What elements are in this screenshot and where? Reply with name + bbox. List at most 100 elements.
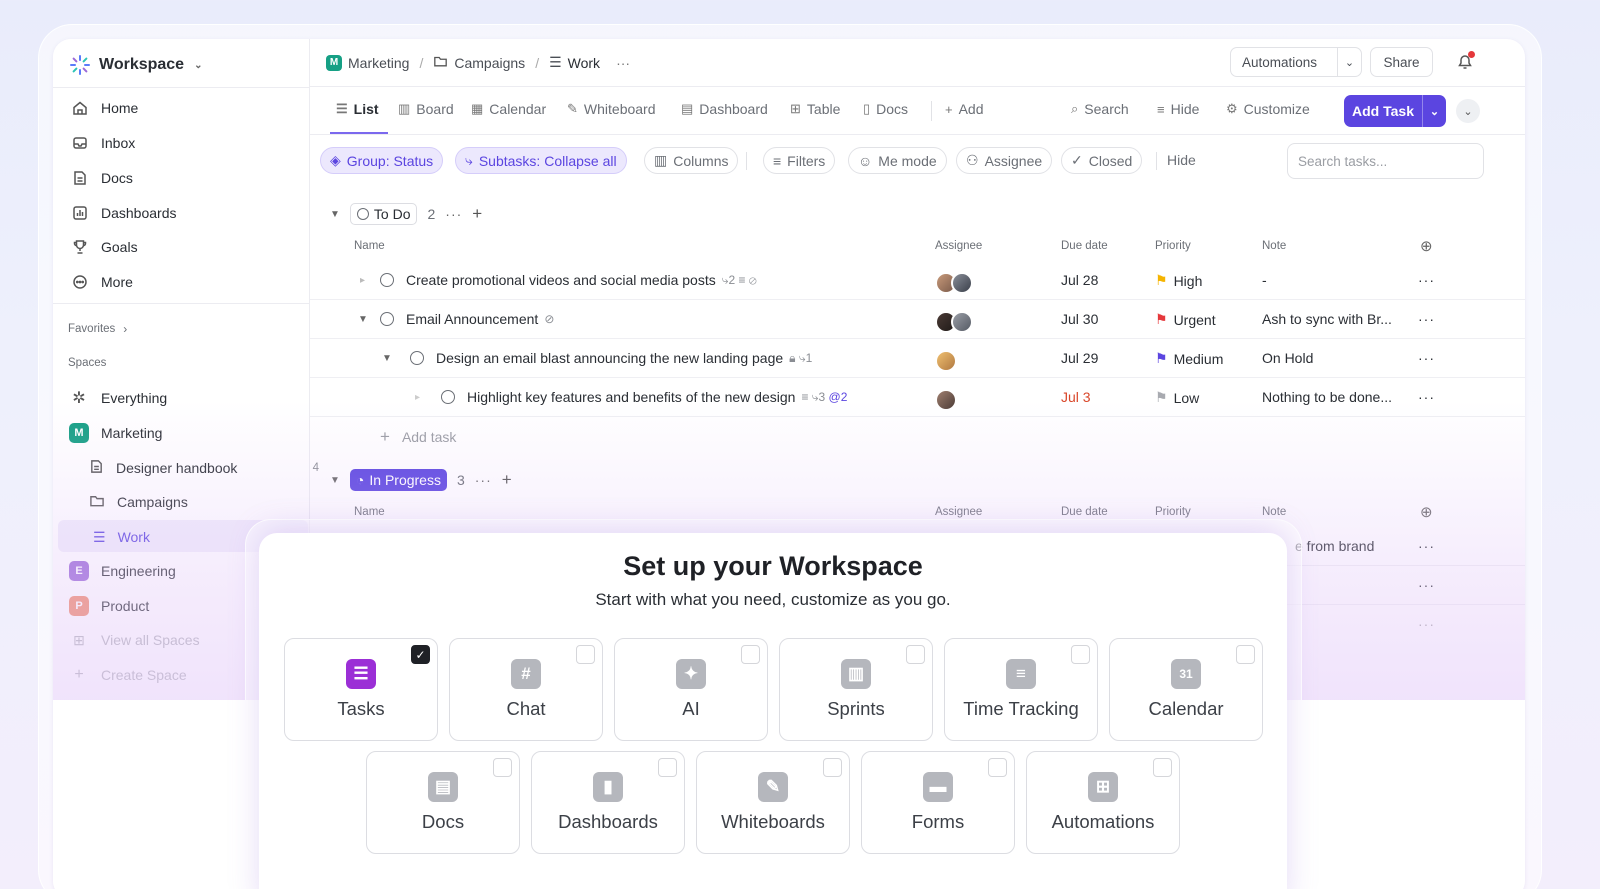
- add-column-icon[interactable]: ⊕: [1420, 503, 1433, 521]
- space-marketing[interactable]: M Marketing: [69, 422, 162, 444]
- feature-card-calendar[interactable]: 31 Calendar: [1109, 638, 1263, 741]
- column-header-priority[interactable]: Priority: [1155, 240, 1191, 252]
- table-row[interactable]: ▸ Create promotional videos and social m…: [310, 261, 1525, 300]
- expand-caret-icon[interactable]: ▸: [415, 392, 420, 403]
- checkbox-checked[interactable]: ✓: [411, 645, 430, 664]
- status-badge[interactable]: To Do: [349, 203, 418, 225]
- columns-button[interactable]: ▥ Columns: [644, 147, 739, 174]
- table-row[interactable]: ▸ Highlight key features and benefits of…: [310, 378, 1525, 417]
- expand-caret-icon[interactable]: ▸: [360, 275, 365, 286]
- collapse-caret-icon[interactable]: ▼: [382, 353, 392, 364]
- group-more-button[interactable]: ···: [445, 206, 462, 222]
- priority-cell[interactable]: ⚑ High: [1155, 272, 1202, 289]
- breadcrumb-more-button[interactable]: ···: [616, 55, 630, 71]
- column-header-note[interactable]: Note: [1262, 506, 1286, 518]
- feature-card-ai[interactable]: ✦ AI: [614, 638, 768, 741]
- feature-card-forms[interactable]: ▬ Forms: [861, 751, 1015, 854]
- sidebar-item-view-all-spaces[interactable]: ⊞ View all Spaces: [69, 629, 199, 651]
- checkbox[interactable]: [741, 645, 760, 664]
- note-cell[interactable]: On Hold: [1262, 350, 1313, 366]
- checkbox[interactable]: [988, 758, 1007, 777]
- sidebar-item-inbox[interactable]: Inbox: [71, 132, 135, 154]
- task-name[interactable]: Create promotional videos and social med…: [406, 272, 716, 288]
- task-name[interactable]: Highlight key features and benefits of t…: [467, 389, 795, 405]
- due-date[interactable]: Jul 30: [1061, 311, 1098, 327]
- tab-dashboard[interactable]: ▤ Dashboard: [681, 101, 768, 117]
- priority-cell[interactable]: ⚑ Medium: [1155, 350, 1223, 367]
- collapse-caret-icon[interactable]: ▼: [330, 209, 340, 220]
- group-more-button[interactable]: ···: [475, 472, 492, 488]
- subtasks-collapse-button[interactable]: ⤷ Subtasks: Collapse all: [455, 147, 627, 174]
- column-header-note[interactable]: Note: [1262, 240, 1286, 252]
- checkbox[interactable]: [576, 645, 595, 664]
- collapse-toggle-button[interactable]: ⌄: [1456, 99, 1480, 123]
- space-product[interactable]: P Product: [69, 595, 149, 617]
- row-more-button[interactable]: ···: [1418, 350, 1435, 366]
- note-cell[interactable]: -: [1262, 272, 1267, 288]
- status-circle-icon[interactable]: [441, 390, 455, 404]
- hide-filter-button[interactable]: Hide: [1167, 152, 1196, 168]
- assignee-button[interactable]: ⚇ Assignee: [956, 147, 1053, 174]
- column-header-priority[interactable]: Priority: [1155, 506, 1191, 518]
- column-header-name[interactable]: Name: [354, 506, 385, 518]
- add-view-button[interactable]: + Add: [945, 101, 984, 117]
- sidebar-item-home[interactable]: Home: [71, 97, 138, 119]
- collapse-caret-icon[interactable]: ▼: [358, 314, 368, 325]
- space-engineering[interactable]: E Engineering: [69, 560, 176, 582]
- column-header-due-date[interactable]: Due date: [1061, 506, 1108, 518]
- tab-board[interactable]: ▥ Board: [398, 101, 454, 117]
- tab-table[interactable]: ⊞ Table: [790, 101, 840, 117]
- status-badge[interactable]: ◔ In Progress: [349, 469, 447, 491]
- status-circle-icon[interactable]: [410, 351, 424, 365]
- breadcrumb-list[interactable]: Work: [568, 55, 600, 71]
- checkbox[interactable]: [658, 758, 677, 777]
- feature-card-docs[interactable]: ▤ Docs: [366, 751, 520, 854]
- due-date[interactable]: Jul 3: [1061, 389, 1091, 405]
- priority-cell[interactable]: ⚑ Low: [1155, 389, 1199, 406]
- share-button[interactable]: Share: [1370, 47, 1433, 77]
- notification-bell-icon[interactable]: [1456, 51, 1475, 71]
- chevron-down-icon[interactable]: ⌄: [1337, 48, 1361, 76]
- checkbox[interactable]: [823, 758, 842, 777]
- checkbox[interactable]: [1153, 758, 1172, 777]
- search-button[interactable]: ⌕ Search: [1071, 101, 1129, 117]
- add-task-button[interactable]: Add Task ⌄: [1344, 95, 1446, 127]
- column-header-due-date[interactable]: Due date: [1061, 240, 1108, 252]
- checkbox[interactable]: [493, 758, 512, 777]
- task-name[interactable]: Email Announcement: [406, 311, 538, 327]
- breadcrumb-folder[interactable]: Campaigns: [454, 55, 525, 71]
- filters-button[interactable]: ≡ Filters: [763, 147, 836, 174]
- sidebar-item-docs[interactable]: Docs: [71, 167, 133, 189]
- tab-calendar[interactable]: ▦ Calendar: [471, 101, 546, 117]
- breadcrumb-space[interactable]: Marketing: [348, 55, 409, 71]
- column-header-name[interactable]: Name: [354, 240, 385, 252]
- sidebar-item-campaigns[interactable]: Campaigns: [89, 491, 188, 513]
- hide-button[interactable]: ≡ Hide: [1157, 101, 1199, 117]
- task-name[interactable]: Design an email blast announcing the new…: [436, 350, 783, 366]
- group-by-status-button[interactable]: ◈ Group: Status: [320, 147, 444, 174]
- checkbox[interactable]: [1071, 645, 1090, 664]
- row-more-button[interactable]: ···: [1418, 577, 1435, 593]
- sidebar-item-create-space[interactable]: + Create Space: [69, 664, 186, 686]
- feature-card-time-tracking[interactable]: ≡ Time Tracking: [944, 638, 1098, 741]
- chevron-down-icon[interactable]: ⌄: [1422, 95, 1446, 127]
- feature-card-dashboards[interactable]: ▮ Dashboards: [531, 751, 685, 854]
- sidebar-item-more[interactable]: More: [71, 271, 133, 293]
- sidebar-item-everything[interactable]: ✲ Everything: [69, 387, 167, 409]
- feature-card-whiteboards[interactable]: ✎ Whiteboards: [696, 751, 850, 854]
- priority-cell[interactable]: ⚑ Urgent: [1155, 311, 1216, 328]
- table-row[interactable]: ▼ Design an email blast announcing the n…: [310, 339, 1525, 378]
- search-tasks-input[interactable]: Search tasks...: [1287, 143, 1484, 179]
- me-mode-button[interactable]: ☺ Me mode: [848, 147, 947, 174]
- status-circle-icon[interactable]: [380, 273, 394, 287]
- collapse-caret-icon[interactable]: ▼: [330, 475, 340, 486]
- note-cell[interactable]: Ash to sync with Br...: [1262, 311, 1392, 327]
- row-more-button[interactable]: ···: [1418, 311, 1435, 327]
- automations-button[interactable]: Automations ⌄: [1230, 47, 1362, 77]
- customize-button[interactable]: ⚙ Customize: [1226, 101, 1310, 117]
- assignee-cell[interactable]: [935, 389, 957, 411]
- table-row[interactable]: ▼ Email Announcement ⊘ Jul 30 ⚑ Urgent Ash…: [310, 300, 1525, 339]
- due-date[interactable]: Jul 28: [1061, 272, 1098, 288]
- status-circle-icon[interactable]: [380, 312, 394, 326]
- assignee-cell[interactable]: [935, 311, 973, 333]
